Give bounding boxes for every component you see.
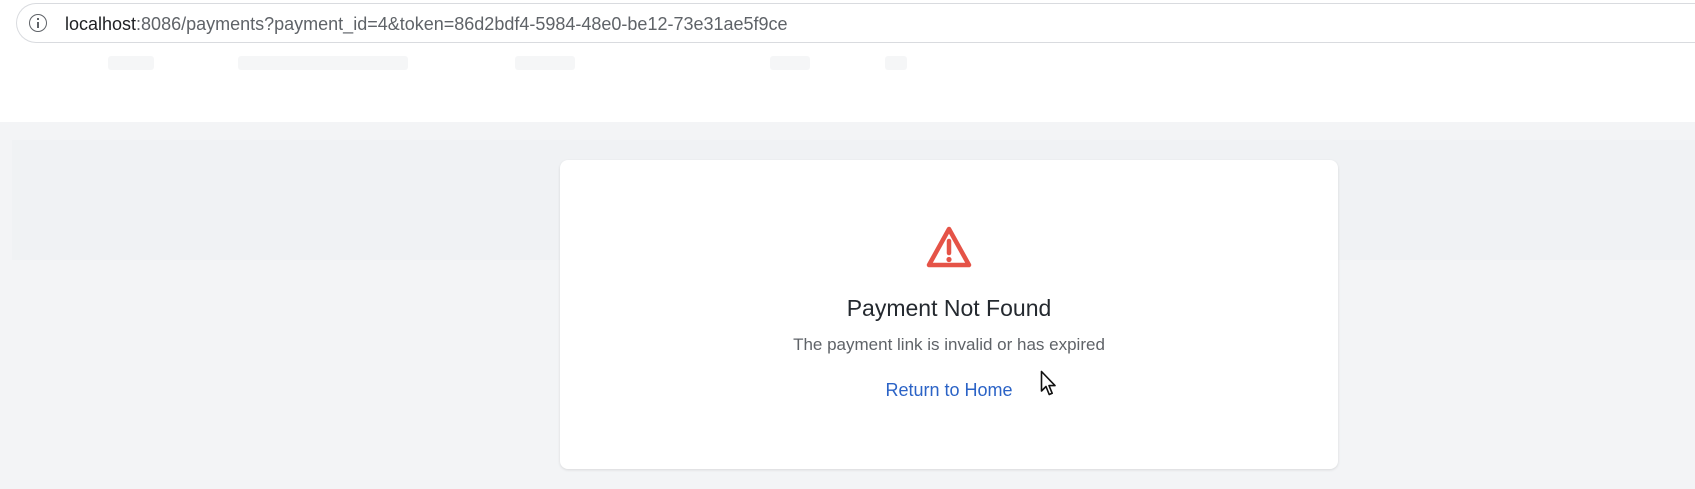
- url-text[interactable]: localhost:8086/payments?payment_id=4&tok…: [65, 13, 788, 35]
- mouse-pointer-icon: [1040, 370, 1056, 396]
- error-message: The payment link is invalid or has expir…: [793, 335, 1105, 354]
- url-path: :8086/payments?payment_id=4&token=86d2bd…: [136, 14, 788, 34]
- return-home-link[interactable]: Return to Home: [885, 380, 1012, 400]
- url-field[interactable]: localhost:8086/payments?payment_id=4&tok…: [16, 3, 1695, 43]
- header-ghost-logo: [108, 56, 154, 70]
- header-ghost-item: [238, 56, 408, 70]
- error-card: Payment Not Found The payment link is in…: [560, 160, 1338, 469]
- url-host: localhost: [65, 14, 137, 34]
- header-ghost-item: [885, 56, 907, 70]
- site-info-icon[interactable]: [29, 14, 47, 32]
- return-home-link-row: Return to Home: [560, 378, 1338, 402]
- app-header: [0, 48, 1695, 122]
- header-ghost-item: [515, 56, 575, 70]
- browser-address-bar: localhost:8086/payments?payment_id=4&tok…: [0, 0, 1695, 48]
- warning-triangle-icon: [926, 226, 972, 268]
- error-title: Payment Not Found: [846, 295, 1052, 321]
- header-ghost-item: [770, 56, 810, 70]
